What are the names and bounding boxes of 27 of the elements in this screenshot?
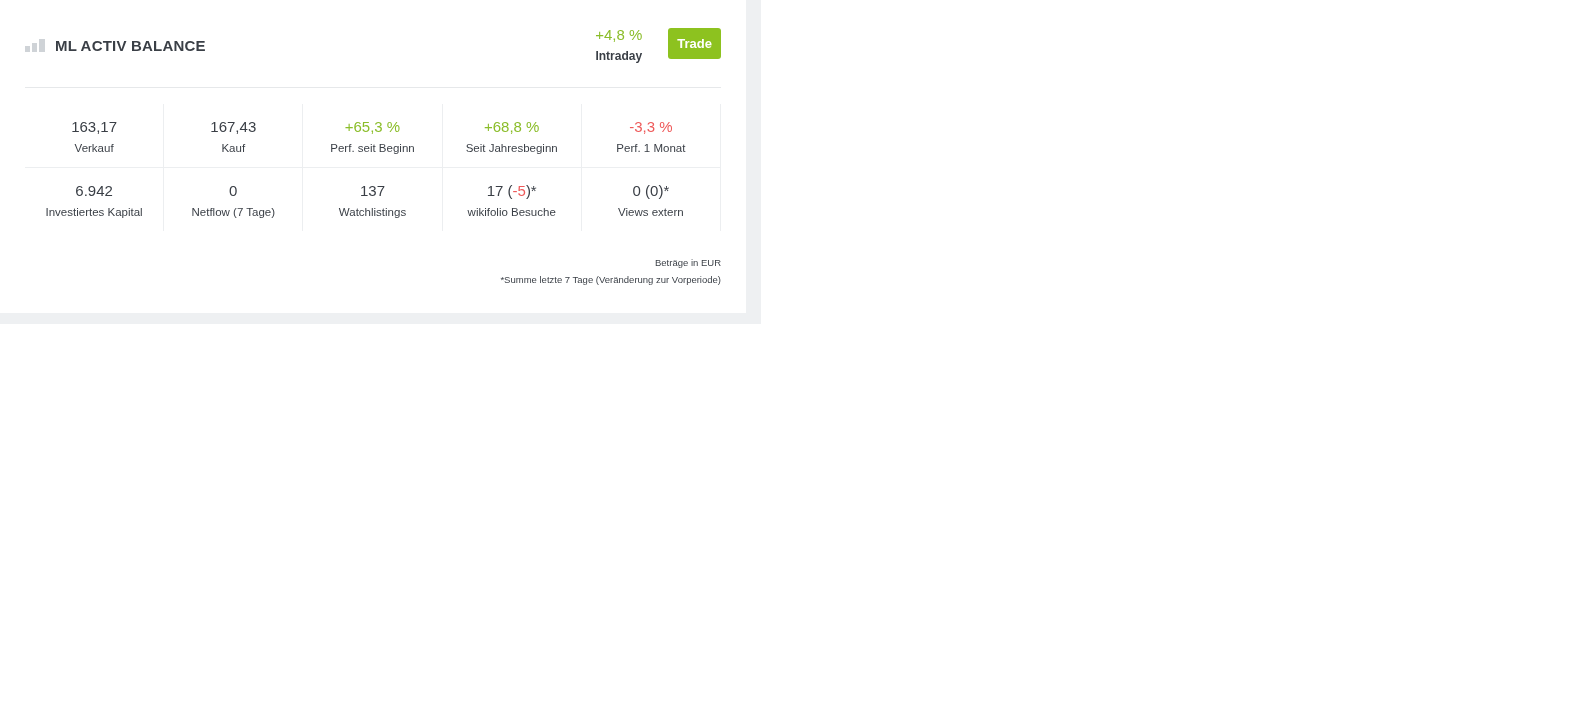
stat-value: -3,3 % (629, 117, 673, 135)
bar-chart-icon (25, 39, 45, 52)
intraday-change: +4,8 % (595, 26, 643, 43)
stat-value: +65,3 % (344, 117, 401, 135)
footnote: *Summe letzte 7 Tage (Veränderung zur Vorperiode) (500, 274, 721, 285)
stat-value: 163,17 (71, 117, 118, 135)
stat-label: Verkauf (74, 141, 114, 154)
stat-label: Netflow (7 Tage) (191, 205, 276, 218)
stat-label: Seit Jahresbeginn (465, 141, 558, 154)
stat-value: 0 (229, 181, 238, 199)
footnote: Beträge in EUR (655, 257, 721, 268)
stat-label: Investiertes Kapital (45, 205, 143, 218)
stat-label: Watchlistings (338, 205, 407, 218)
stat-value: +68,8 % (483, 117, 540, 135)
stat-label: wikifolio Besuche (467, 205, 556, 218)
stat-label: Kauf (221, 141, 246, 154)
stat-value: 167,43 (210, 117, 257, 135)
stat-value: 17 (-5)* (486, 181, 537, 199)
stat-label: Views extern (618, 205, 684, 218)
intraday-label: Intraday (595, 49, 643, 63)
stat-value: 0 (0)* (632, 181, 670, 199)
stat-value: 6.942 (75, 181, 113, 199)
trade-button[interactable]: Trade (668, 28, 721, 59)
stat-label: Perf. 1 Monat (616, 141, 686, 154)
stat-value: 137 (359, 181, 385, 199)
stat-label: Perf. seit Beginn (330, 141, 415, 154)
portfolio-title: ML ACTIV BALANCE (55, 37, 206, 54)
